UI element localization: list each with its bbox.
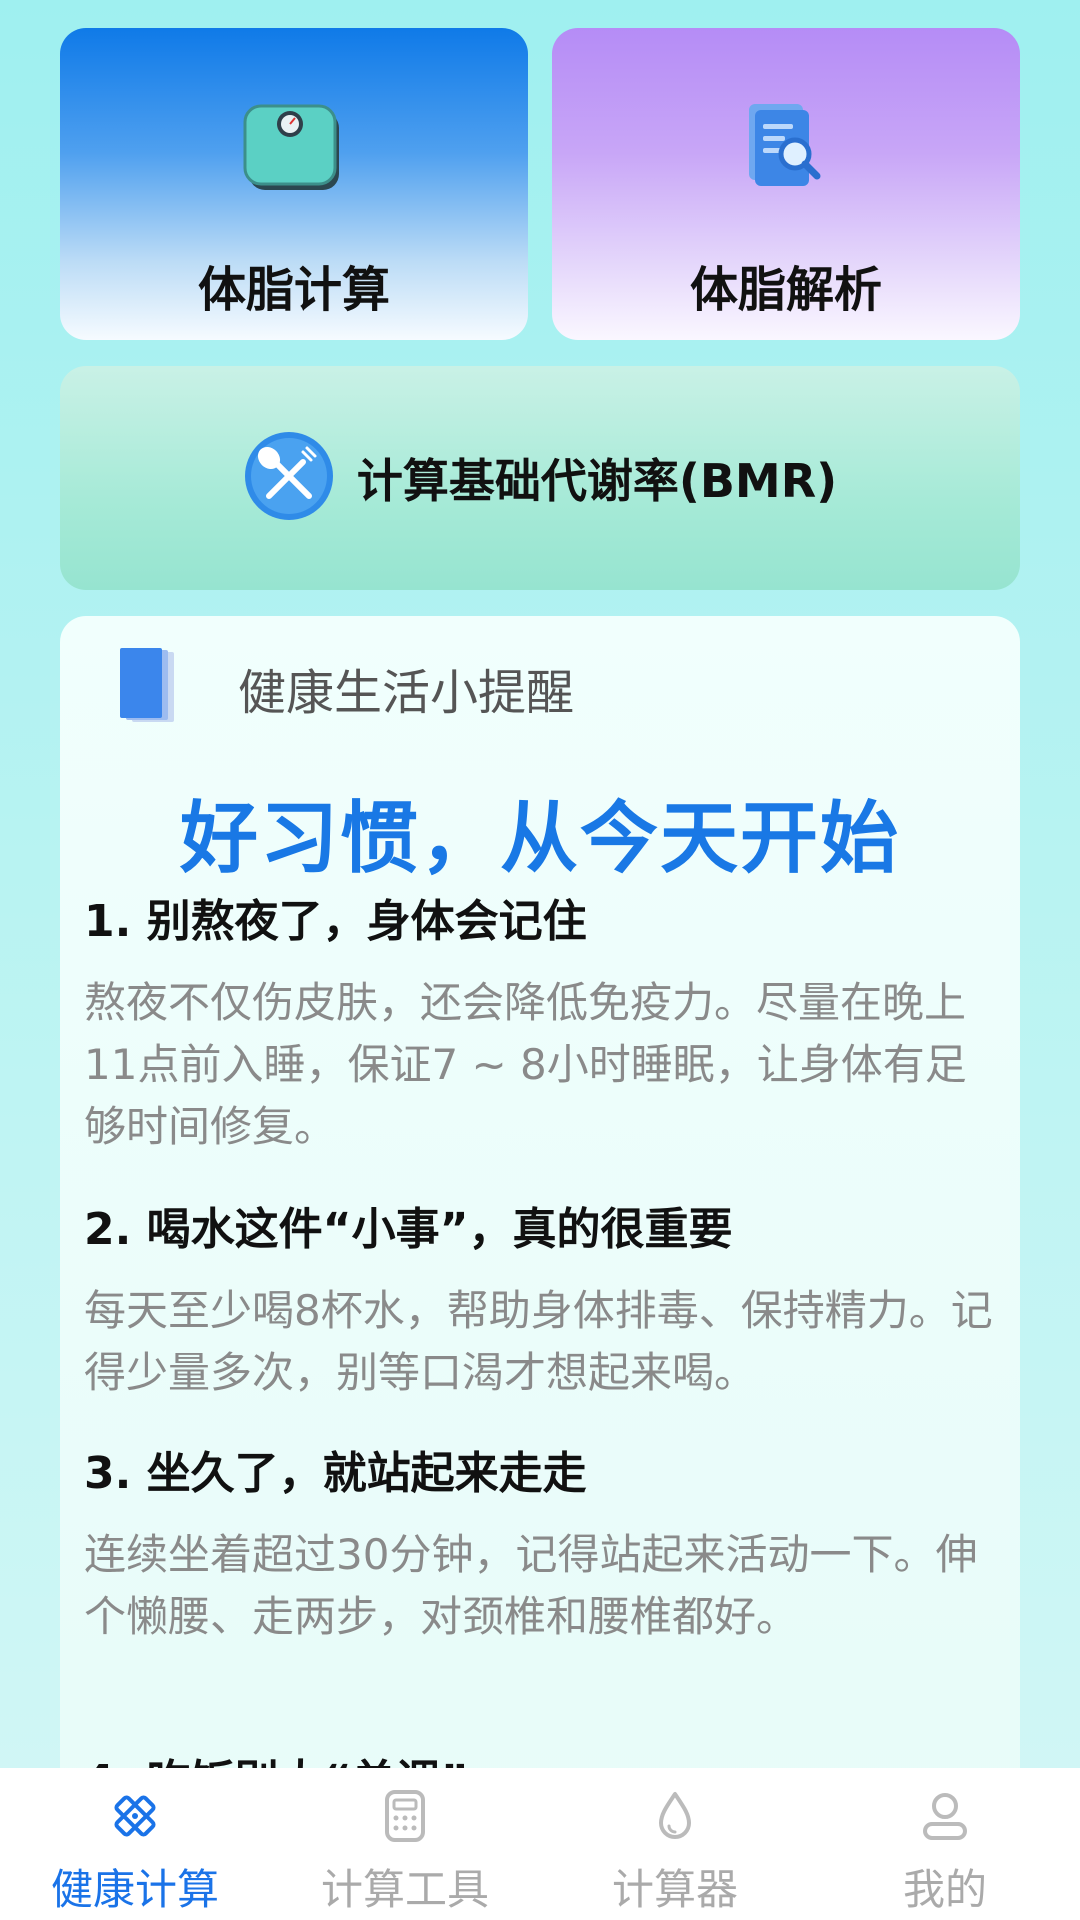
nav-item-calc-tools[interactable]: 计算工具: [270, 1768, 540, 1920]
bodyfat-calc-card[interactable]: 体脂计算: [60, 28, 528, 340]
profile-icon: [917, 1788, 973, 1848]
nav-item-profile[interactable]: 我的: [810, 1768, 1080, 1920]
water-drop-icon: [647, 1788, 703, 1848]
nav-item-calculator[interactable]: 计算器: [540, 1768, 810, 1920]
tip-title: 2. 喝水这件“小事”，真的很重要: [84, 1204, 733, 1255]
nav-label: 我的: [902, 1865, 987, 1914]
tip-title: 3. 坐久了，就站起来走走: [84, 1448, 587, 1499]
tip-body: 连续坐着超过30分钟，记得站起来活动一下。伸个懒腰、走两步，对颈椎和腰椎都好。: [84, 1530, 978, 1641]
tips-headline: 好习惯，从今天开始: [179, 794, 900, 884]
bodyfat-calc-label: 体脂计算: [197, 262, 390, 318]
nav-label: 计算器: [611, 1865, 738, 1914]
bottom-nav: 健康计算 计算工具 计算器 我的: [0, 1768, 1080, 1920]
nav-label: 健康计算: [50, 1865, 219, 1914]
tip-body: 熬夜不仅伤皮肤，还会降低免疫力。尽量在晚上11点前入睡，保证7 ~ 8小时睡眠，…: [84, 978, 967, 1151]
nav-item-health-calc[interactable]: 健康计算: [0, 1768, 270, 1920]
scale-icon: [239, 98, 349, 202]
tip-body: 每天至少喝8杯水，帮助身体排毒、保持精力。记得少量多次，别等口渴才想起来喝。: [84, 1286, 993, 1397]
nav-label: 计算工具: [320, 1865, 489, 1914]
tip-item: 3. 坐久了，就站起来走走 连续坐着超过30分钟，记得站起来活动一下。伸个懒腰、…: [84, 1444, 996, 1648]
bodyfat-analysis-card[interactable]: 体脂解析: [552, 28, 1020, 340]
bmr-label: 计算基础代谢率(BMR): [356, 454, 838, 508]
bmr-card[interactable]: 计算基础代谢率(BMR): [60, 366, 1020, 590]
bodyfat-analysis-label: 体脂解析: [689, 262, 882, 318]
health-calc-icon: [107, 1788, 163, 1848]
tips-title: 健康生活小提醒: [238, 665, 575, 721]
tip-item: 2. 喝水这件“小事”，真的很重要 每天至少喝8杯水，帮助身体排毒、保持精力。记…: [84, 1200, 996, 1404]
document-search-icon: [741, 98, 831, 202]
fork-spoon-icon: [243, 430, 335, 526]
tip-title: 1. 别熬夜了，身体会记住: [84, 896, 587, 947]
tip-item: 1. 别熬夜了，身体会记住 熬夜不仅伤皮肤，还会降低免疫力。尽量在晚上11点前入…: [84, 892, 996, 1158]
book-icon: [112, 646, 182, 730]
calculator-icon: [377, 1788, 433, 1848]
health-tips-card: 健康生活小提醒 好习惯，从今天开始 1. 别熬夜了，身体会记住 熬夜不仅伤皮肤，…: [60, 616, 1020, 1920]
